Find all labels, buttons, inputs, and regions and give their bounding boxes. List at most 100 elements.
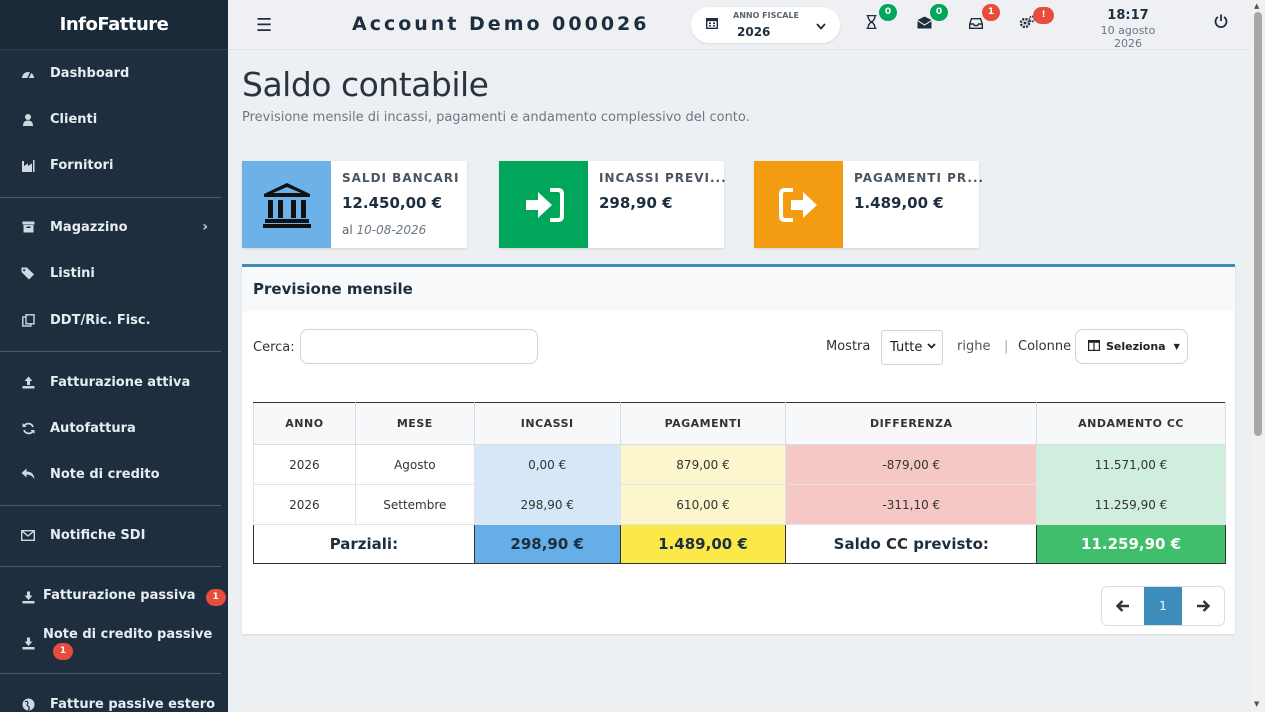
footer-saldo-label: Saldo CC previsto: [785,524,1038,564]
sidebar-item-fatturazione-passiva[interactable]: Fatturazione passiva 1 [0,579,228,615]
card-title: SALDI BANCARI [342,171,460,185]
prev-page-button[interactable] [1102,587,1144,625]
current-page-button[interactable]: 1 [1144,587,1182,625]
footer-pagamenti-total: 1.489,00 € [619,524,787,564]
fiscal-year-label: ANNO FISCALE [733,11,799,20]
topbar: ☰ Account Demo 000026 ANNO FISCALE 2026 … [228,0,1251,50]
show-label: Mostra [826,339,871,354]
cell-pagamenti: 879,00 € [619,444,787,485]
panel-header: Previsione mensile [242,267,1235,311]
chevron-down-icon [816,20,826,33]
hourglass-badge: 0 [879,4,897,21]
inbox-badge: 1 [982,4,1000,21]
divider: | [1004,339,1009,354]
col-header-mese[interactable]: MESE [354,402,475,445]
menu-toggle-icon[interactable]: ☰ [256,15,272,36]
sidebar-item-autofattura[interactable]: Autofattura [0,410,228,446]
download-icon [20,589,36,605]
clock-time: 18:17 [1107,8,1149,23]
card-saldi-bancari: SALDI BANCARI 12.450,00 € al 10-08-2026 [242,161,467,248]
hourglass-icon[interactable] [866,14,877,33]
footer-incassi-total: 298,90 € [473,524,621,564]
card-value: 12.450,00 € [342,194,443,212]
pagination: 1 [1101,586,1225,626]
sidebar-item-ddt[interactable]: DDT/Ric. Fisc. [0,302,228,338]
tags-icon [20,265,36,281]
panel-title: Previsione mensile [253,280,413,298]
page-subtitle: Previsione mensile di incassi, pagamenti… [242,110,750,125]
cell-incassi: 0,00 € [473,444,621,485]
reply-icon [20,466,36,482]
cell-incassi: 298,90 € [473,484,621,525]
inbox-icon[interactable] [969,15,983,33]
dashboard-icon [20,65,36,81]
cell-andamento-cc: 11.259,90 € [1036,484,1226,525]
sidebar-item-notifiche-sdi[interactable]: Notifiche SDI [0,517,228,553]
arrow-left-icon [1116,600,1129,612]
col-header-pagamenti[interactable]: PAGAMENTI [619,402,787,445]
card-incassi-previsti: INCASSI PREVI... 298,90 € [499,161,727,248]
col-header-incassi[interactable]: INCASSI [473,402,621,445]
col-header-differenza[interactable]: DIFFERENZA [785,402,1038,445]
copy-icon [20,312,36,328]
sign-out-icon [754,161,843,248]
sign-in-icon [499,161,588,248]
card-date: al 10-08-2026 [342,223,427,237]
badge-note-credito-passive: 1 [53,642,73,660]
sidebar-item-note-credito[interactable]: Note di credito [0,456,228,492]
sidebar-item-note-credito-passive[interactable]: Note di credito passive1 [0,625,228,661]
chevron-down-icon [927,341,936,352]
page-scrollbar[interactable]: ▲ ▼ [1251,0,1265,712]
archive-icon [20,219,36,235]
scroll-down-arrow-icon[interactable]: ▼ [1254,700,1259,708]
search-label: Cerca: [253,340,295,355]
settings-badge: ! [1033,7,1054,24]
cell-differenza: -311,10 € [785,484,1038,525]
card-pagamenti-previsti: PAGAMENTI PR... 1.489,00 € [754,161,983,248]
page-title: Saldo contabile [242,65,489,104]
calendar-icon [705,17,719,32]
clock: 18:17 10 agosto 2026 [1086,8,1170,50]
table-header-row: ANNO MESE INCASSI PAGAMENTI DIFFERENZA A… [253,402,1226,445]
sidebar-item-listini[interactable]: Listini [0,255,228,291]
col-header-anno[interactable]: ANNO [253,402,356,445]
footer-saldo-value: 11.259,90 € [1036,524,1226,564]
globe-icon [20,696,36,712]
search-input[interactable] [300,329,538,364]
arrow-right-icon [1197,600,1210,612]
industry-icon [20,157,36,173]
mail-icon[interactable] [917,15,932,33]
chevron-right-icon: › [202,219,208,235]
rows-per-page-select[interactable]: Tutte [881,330,943,365]
columns-icon [1088,339,1101,354]
scroll-thumb[interactable] [1254,12,1262,436]
caret-down-icon: ▼ [1173,342,1180,351]
bank-icon [242,161,331,248]
sidebar-item-magazzino[interactable]: Magazzino › [0,209,228,245]
columns-select-button[interactable]: Seleziona ▼ [1075,329,1188,364]
sidebar-item-fornitori[interactable]: Fornitori [0,147,228,183]
user-icon [20,111,36,127]
sidebar-item-fatturazione-attiva[interactable]: Fatturazione attiva [0,364,228,400]
mail-badge: 0 [930,4,948,21]
cell-pagamenti: 610,00 € [619,484,787,525]
scroll-up-arrow-icon[interactable]: ▲ [1254,2,1259,10]
sidebar-item-dashboard[interactable]: Dashboard [0,55,228,91]
next-page-button[interactable] [1182,587,1224,625]
fiscal-year-select[interactable]: ANNO FISCALE 2026 [691,7,840,43]
refresh-icon [20,420,36,436]
card-title: INCASSI PREVI... [599,171,727,185]
table-footer-row: Parziali: 298,90 € 1.489,00 € Saldo CC p… [253,524,1226,564]
col-header-andamento-cc[interactable]: ANDAMENTO CC [1036,402,1226,445]
brand-logo[interactable]: InfoFatture [0,0,228,50]
sidebar-item-clienti[interactable]: Clienti [0,101,228,137]
fiscal-year-value: 2026 [737,25,771,39]
card-value: 298,90 € [599,194,673,212]
table-row: 2026 Settembre 298,90 € 610,00 € -311,10… [253,484,1226,525]
previsione-panel: Previsione mensile Cerca: Mostra Tutte r… [242,264,1235,634]
sidebar-item-fatture-passive-estero[interactable]: Fatture passive estero [0,686,228,712]
power-icon[interactable] [1214,14,1228,32]
rows-label: righe [957,339,991,354]
cell-anno: 2026 [253,484,356,525]
cell-anno: 2026 [253,444,356,485]
